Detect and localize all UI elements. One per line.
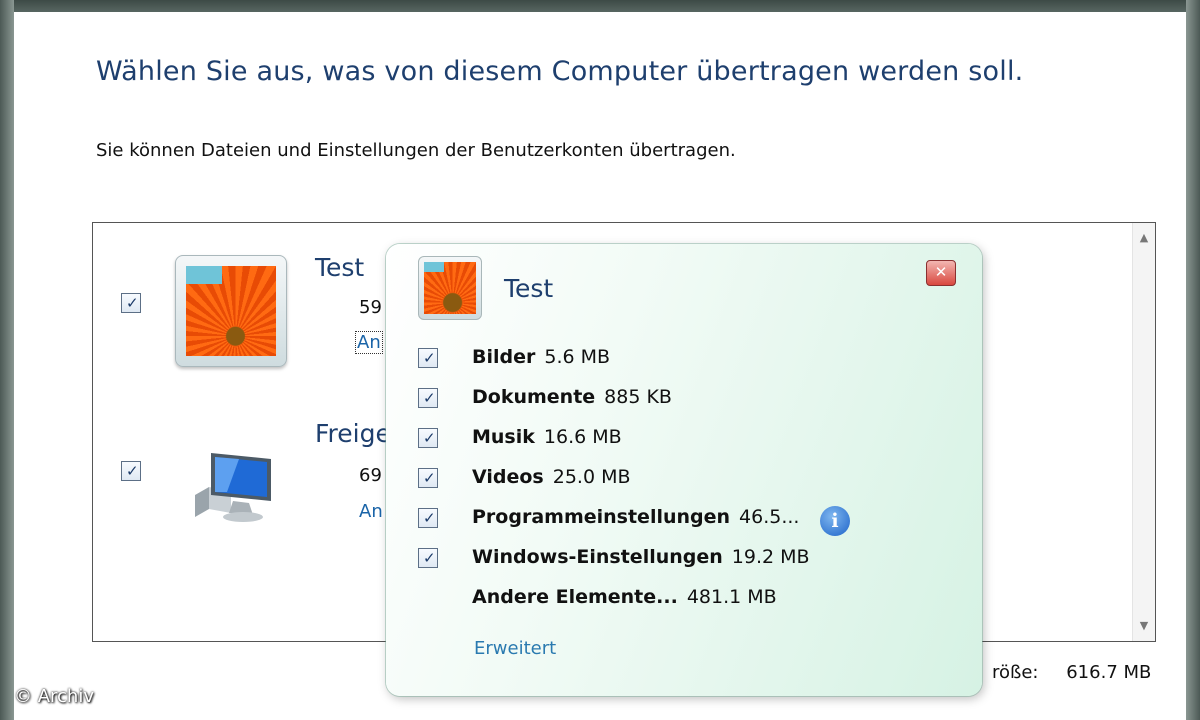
checkmark-icon: ✓ <box>423 549 436 567</box>
item-checkbox-videos[interactable]: ✓ <box>418 468 438 488</box>
item-label: Andere Elemente... <box>472 586 678 608</box>
item-musik: Musik 16.6 MB <box>472 426 622 448</box>
window-frame-right <box>1186 0 1200 720</box>
checkmark-icon: ✓ <box>423 389 436 407</box>
item-label: Bilder <box>472 346 536 368</box>
item-size: 885 KB <box>604 386 672 408</box>
item-size: 25.0 MB <box>552 466 631 488</box>
total-size-label: röße: <box>992 662 1039 683</box>
computer-icon <box>195 453 271 522</box>
item-label: Programmeinstellungen <box>472 506 731 528</box>
scroll-up-arrow-icon[interactable]: ▲ <box>1133 227 1155 249</box>
item-label: Windows-Einstellungen <box>472 546 723 568</box>
scroll-down-arrow-icon[interactable]: ▼ <box>1133 615 1155 637</box>
total-size-value: 616.7 MB <box>1066 662 1152 683</box>
item-label: Videos <box>472 466 544 488</box>
info-icon[interactable]: i <box>820 506 850 536</box>
item-checkbox-musik[interactable]: ✓ <box>418 428 438 448</box>
avatar <box>175 255 287 367</box>
item-label: Musik <box>472 426 535 448</box>
vertical-scrollbar[interactable]: ▲ ▼ <box>1132 223 1155 641</box>
checkmark-icon: ✓ <box>126 462 139 480</box>
account-size: 59 <box>359 297 382 318</box>
checkmark-icon: ✓ <box>423 349 436 367</box>
page-title: Wählen Sie aus, was von diesem Computer … <box>96 56 1024 87</box>
copyright-watermark: © Archiv <box>14 686 94 707</box>
item-size: 5.6 MB <box>544 346 611 368</box>
account-details-popup: Test ✕ ✓ Bilder 5.6 MB ✓ Dokumente 885 KB … <box>386 244 982 696</box>
checkmark-icon: ✓ <box>423 469 436 487</box>
account-size: 69 <box>359 465 382 486</box>
item-size: 16.6 MB <box>543 426 622 448</box>
item-size: 481.1 MB <box>686 586 777 608</box>
item-dokumente: Dokumente 885 KB <box>472 386 672 408</box>
account-name: Test <box>315 253 365 282</box>
item-checkbox-programmeinstellungen[interactable]: ✓ <box>418 508 438 528</box>
page-description: Sie können Dateien und Einstellungen der… <box>96 140 736 161</box>
item-windows-einstellungen: Windows-Einstellungen 19.2 MB <box>472 546 810 568</box>
account-checkbox-test[interactable]: ✓ <box>121 293 141 313</box>
item-size: 19.2 MB <box>731 546 810 568</box>
item-checkbox-bilder[interactable]: ✓ <box>418 348 438 368</box>
close-icon[interactable]: ✕ <box>926 260 956 286</box>
account-name: Freige <box>315 419 391 448</box>
avatar <box>418 256 482 320</box>
checkmark-icon: ✓ <box>126 294 139 312</box>
checkmark-icon: ✓ <box>423 509 436 527</box>
advanced-link[interactable]: Erweitert <box>474 638 556 659</box>
popup-account-name: Test <box>504 274 554 303</box>
item-label: Dokumente <box>472 386 596 408</box>
item-programmeinstellungen: Programmeinstellungen 46.5... <box>472 506 799 528</box>
item-andere-elemente: Andere Elemente... 481.1 MB <box>472 586 777 608</box>
total-size: röße: 616.7 MB <box>992 662 1151 683</box>
item-checkbox-dokumente[interactable]: ✓ <box>418 388 438 408</box>
item-size: 46.5... <box>739 506 800 528</box>
checkmark-icon: ✓ <box>423 429 436 447</box>
item-checkbox-windows-einstellungen[interactable]: ✓ <box>418 548 438 568</box>
flower-avatar-icon <box>424 262 476 314</box>
flower-avatar-icon <box>186 266 276 356</box>
window-frame-left <box>0 0 14 720</box>
account-checkbox-shared[interactable]: ✓ <box>121 461 141 481</box>
account-customize-link[interactable]: An <box>359 501 383 522</box>
item-bilder: Bilder 5.6 MB <box>472 346 610 368</box>
account-customize-link[interactable]: An <box>355 331 383 354</box>
item-videos: Videos 25.0 MB <box>472 466 631 488</box>
